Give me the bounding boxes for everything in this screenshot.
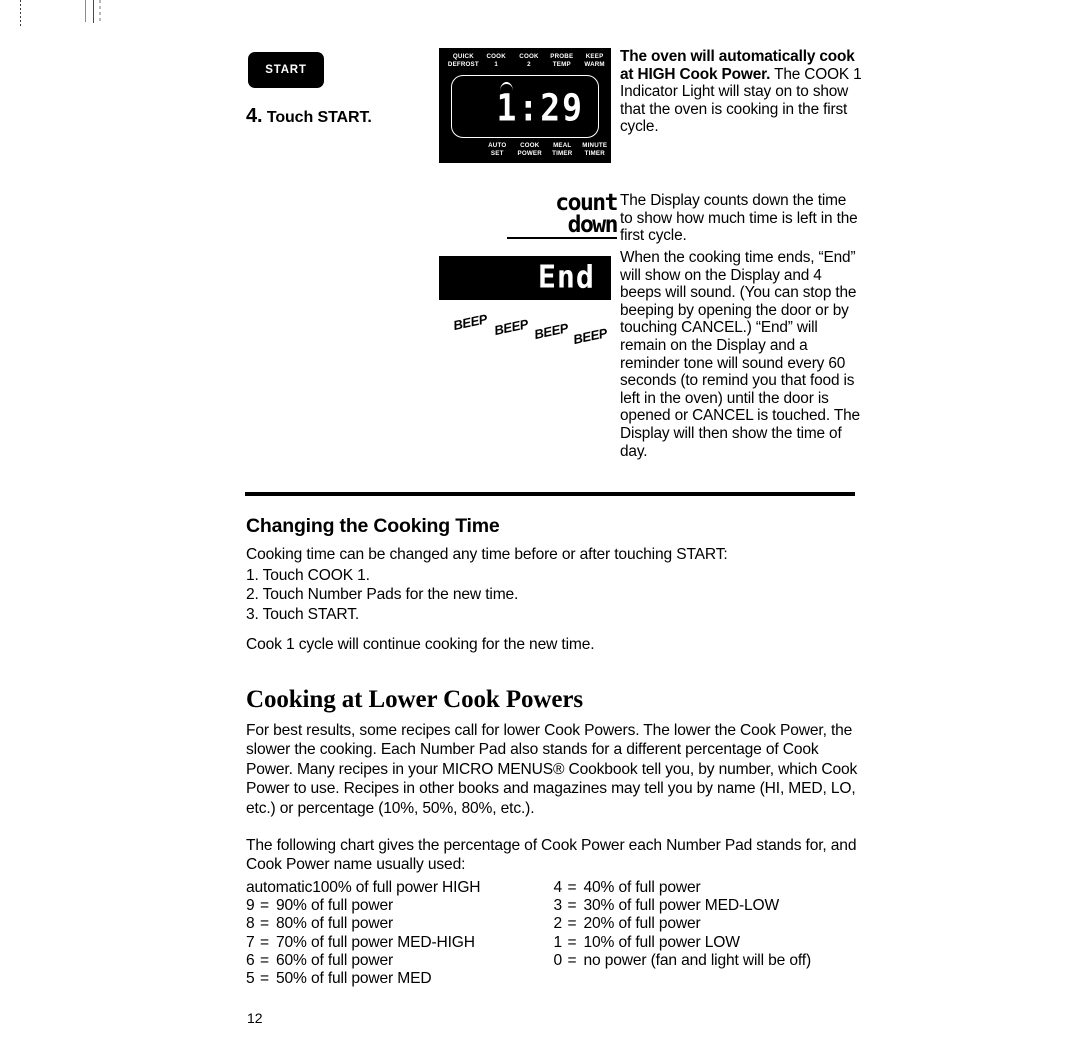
- cook-power-value: 30% of full power MED-LOW: [583, 897, 780, 915]
- cook-power-value: 100% of full power HIGH: [312, 879, 481, 896]
- cook-power-equals: =: [260, 915, 269, 933]
- cook-power-chart-left-column: automatic 100% of full power HIGH 9 = 90% o…: [246, 879, 554, 988]
- cook-power-equals: =: [260, 933, 269, 951]
- end-display-illustration: End: [439, 256, 611, 300]
- section1-steps-list: 1. Touch COOK 1. 2. Touch Number Pads fo…: [246, 566, 861, 624]
- right-column-paragraph-3: When the cooking time ends, “End” will s…: [620, 249, 862, 460]
- scan-artifact-mark: [99, 0, 101, 24]
- cook-power-key: 8: [246, 915, 255, 933]
- cook-power-equals: =: [567, 915, 577, 933]
- section1-intro-text: Cooking time can be changed any time bef…: [246, 546, 728, 563]
- scan-artifact-mark: [93, 0, 94, 23]
- right-column-paragraph-1: The oven will automatically cook at HIGH…: [620, 48, 862, 136]
- cook-power-key: automatic: [246, 879, 313, 896]
- section2-paragraph-2: The following chart gives the percentage…: [246, 837, 857, 874]
- start-button-illustration: START: [248, 52, 324, 88]
- panel-label-cook-power: COOK POWER: [517, 142, 542, 157]
- cook-power-row: 9 = 90% of full power: [246, 897, 554, 915]
- cook-power-value: 80% of full power: [276, 915, 394, 933]
- count-down-underline: [507, 237, 617, 239]
- cook-power-equals: =: [260, 951, 269, 969]
- cook-power-key: 2: [553, 915, 563, 933]
- section-title-changing-cooking-time: Changing the Cooking Time: [246, 515, 500, 537]
- count-down-line-1: count: [555, 190, 618, 216]
- cook-power-row: 2 = 20% of full power: [554, 915, 862, 933]
- cook-power-value: 40% of full power: [583, 879, 701, 896]
- lcd-time-value: 1:29: [496, 85, 584, 130]
- count-down-graphic: count down: [505, 190, 619, 238]
- cook-power-value: 70% of full power MED-HIGH: [276, 933, 475, 951]
- panel-label-keep-warm: KEEP WARM: [584, 53, 605, 68]
- start-button-label: START: [265, 64, 307, 76]
- cook-power-equals: =: [260, 970, 269, 988]
- section1-outro-text: Cook 1 cycle will continue cooking for t…: [246, 636, 595, 653]
- step-text: Touch START.: [266, 109, 372, 126]
- list-item: 2. Touch Number Pads for the new time.: [246, 586, 519, 604]
- lcd-window: 1:29: [451, 75, 599, 138]
- cook-power-key: 5: [246, 970, 255, 988]
- beep-label: BEEP: [451, 311, 489, 333]
- panel-label-meal-timer: MEAL TIMER: [552, 142, 573, 157]
- cook-power-row: 1 = 10% of full power LOW: [554, 934, 862, 952]
- cook-power-value: 50% of full power MED: [276, 970, 432, 988]
- cook-power-row: 3 = 30% of full power MED-LOW: [554, 897, 862, 915]
- cook-power-row: automatic 100% of full power HIGH: [246, 879, 554, 897]
- end-and-beeps-note: When the cooking time ends, “End” will s…: [620, 249, 860, 460]
- cook-power-key: 1: [553, 933, 563, 951]
- panel-label-cook-1: COOK 1: [486, 53, 506, 68]
- cook-power-equals: =: [260, 897, 269, 915]
- section2-paragraph-1: For best results, some recipes call for …: [246, 722, 858, 817]
- cook-power-row: 6 = 60% of full power: [246, 952, 554, 970]
- scan-artifact-mark: [85, 0, 86, 22]
- cook-power-key: 7: [246, 933, 255, 951]
- beep-label: BEEP: [571, 325, 609, 347]
- cook-power-chart: automatic 100% of full power HIGH 9 = 90% o…: [246, 879, 861, 988]
- section-title-cooking-at-lower-cook-powers: Cooking at Lower Cook Powers: [246, 686, 584, 713]
- cook-power-key: 4: [553, 879, 563, 896]
- cook-power-equals: =: [567, 951, 577, 969]
- panel-bottom-labels: AUTO SET COOK POWER MEAL TIMER MINUTE TIMER: [439, 142, 611, 158]
- beep-label: BEEP: [532, 320, 570, 342]
- display-countdown-note: The Display counts down the time to show…: [620, 192, 858, 245]
- cook-power-row: 5 = 50% of full power MED: [246, 970, 554, 988]
- right-column-paragraph-2: The Display counts down the time to show…: [620, 192, 862, 245]
- cook-power-key: 0: [553, 951, 563, 969]
- panel-label-probe-temp: PROBE TEMP: [550, 53, 574, 68]
- panel-label-cook-2: COOK 2: [519, 53, 539, 68]
- page-number: 12: [247, 1010, 263, 1026]
- cook-power-key: 9: [246, 897, 255, 915]
- cook-power-row: 8 = 80% of full power: [246, 915, 554, 933]
- cook-power-key: 6: [246, 951, 255, 969]
- list-item: 1. Touch COOK 1.: [246, 567, 370, 584]
- cook-power-value: 10% of full power LOW: [583, 933, 740, 951]
- list-item: 3. Touch START.: [246, 605, 360, 623]
- cook-power-key: 3: [553, 897, 563, 915]
- cook-power-row: 7 = 70% of full power MED-HIGH: [246, 934, 554, 952]
- cook-power-equals: =: [567, 933, 577, 951]
- cook-power-row: 4 = 40% of full power: [554, 879, 862, 897]
- step-4-instruction: 4. Touch START.: [246, 105, 372, 128]
- panel-top-labels: QUICK DEFROST COOK 1 COOK 2 PROBE TEMP KEEP W…: [439, 53, 611, 69]
- step-number: 4.: [246, 105, 263, 127]
- cook-power-row: 0 = no power (fan and light will be off): [554, 952, 862, 970]
- cook-power-value: no power (fan and light will be off): [583, 951, 812, 969]
- manual-page: START 4. Touch START. QUICK DEFROST COOK 1…: [0, 0, 1080, 1061]
- oven-control-panel-illustration: QUICK DEFROST COOK 1 COOK 2 PROBE TEMP KEEP W…: [439, 48, 611, 163]
- count-down-line-2: down: [567, 212, 619, 238]
- panel-label-quick-defrost: QUICK DEFROST: [447, 53, 479, 68]
- cook-power-equals: =: [567, 879, 577, 896]
- cook-power-chart-right-column: 4 = 40% of full power 3 = 30% of full power M…: [554, 879, 862, 988]
- beep-label: BEEP: [492, 316, 530, 338]
- section-divider: [245, 492, 855, 496]
- cook-power-equals: =: [567, 897, 577, 915]
- cook-power-value: 90% of full power: [276, 897, 394, 915]
- scan-artifact-mark: [20, 0, 21, 26]
- cook-power-value: 20% of full power: [583, 915, 701, 933]
- panel-label-minute-timer: MINUTE TIMER: [582, 142, 608, 157]
- beep-graphic-group: BEEP BEEP BEEP BEEP: [451, 311, 620, 352]
- panel-label-auto-set: AUTO SET: [488, 142, 507, 157]
- cook-power-value: 60% of full power: [276, 951, 394, 969]
- end-display-value: End: [537, 259, 595, 296]
